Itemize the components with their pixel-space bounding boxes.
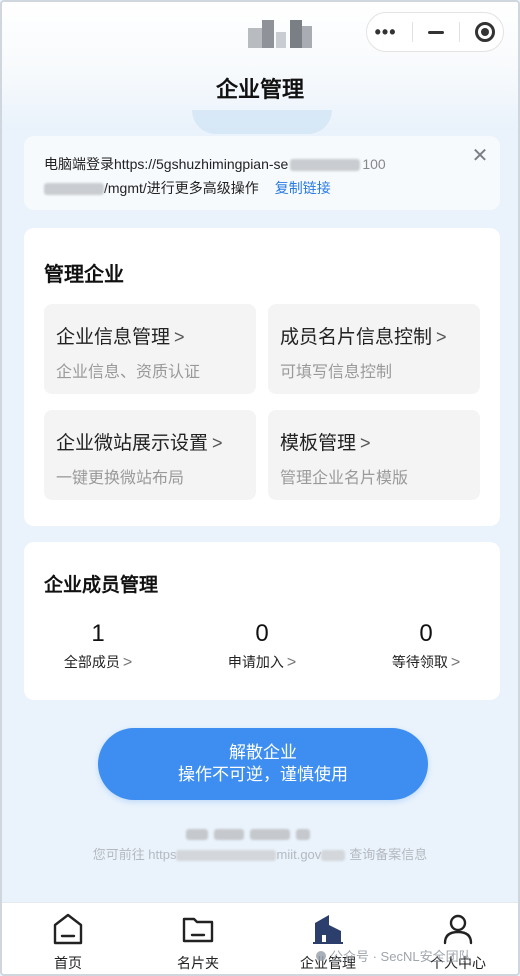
footer-text: miit.gov — [276, 847, 322, 862]
redacted-text — [321, 850, 346, 862]
building-icon — [313, 915, 343, 944]
dissolve-warning: 操作不可逆，谨慎使用 — [178, 765, 348, 784]
stat-label: 等待领取 — [391, 654, 448, 670]
tile-title: 成员名片信息控制 — [280, 327, 433, 348]
wechat-official-account-icon — [316, 950, 326, 961]
dissolve-enterprise-button[interactable]: 解散企业 操作不可逆，谨慎使用 — [98, 728, 428, 800]
folder-icon — [182, 917, 214, 943]
join-requests-stat[interactable]: 0 申请加入 > — [202, 620, 322, 672]
capsule-divider — [459, 22, 461, 42]
mini-program-capsule: ••• — [366, 12, 504, 52]
dissolve-label: 解散企业 — [229, 743, 297, 762]
tab-card-folder[interactable]: 名片夹 — [146, 911, 250, 973]
tile-title: 企业微站展示设置 — [56, 433, 209, 454]
chevron-right-icon: > — [360, 433, 371, 453]
watermark-text: 公众号 · SecNL安全团队 — [330, 949, 472, 964]
chevron-right-icon: > — [436, 327, 447, 347]
icp-filing-note: 您可前往 https miit.gov 查询备案信息 — [2, 844, 518, 863]
tab-label: 名片夹 — [177, 955, 219, 971]
stat-label: 全部成员 — [63, 654, 120, 670]
pending-claim-stat[interactable]: 0 等待领取 > — [366, 620, 486, 672]
section-title: 管理企业 — [44, 264, 124, 286]
microsite-display-tile[interactable]: 企业微站展示设置 > 一键更换微站布局 — [44, 410, 256, 500]
page-title: 企业管理 — [215, 77, 304, 102]
member-card-control-tile[interactable]: 成员名片信息控制 > 可填写信息控制 — [268, 304, 480, 394]
chevron-right-icon: > — [122, 654, 133, 671]
tile-title: 企业信息管理 — [56, 327, 171, 348]
user-icon — [443, 914, 473, 945]
tab-label: 首页 — [54, 955, 82, 971]
notice-line2: /mgmt/进行更多高级操作 — [104, 180, 259, 196]
all-members-stat[interactable]: 1 全部成员 > — [38, 620, 158, 672]
stat-value: 0 — [255, 620, 269, 647]
redacted-text — [290, 159, 361, 172]
notice-line1-tail: 100 — [362, 156, 386, 172]
section-title: 企业成员管理 — [44, 575, 159, 596]
home-icon — [53, 913, 83, 945]
close-miniprogram-icon[interactable] — [475, 22, 496, 42]
notice-line1: 电脑端登录https://5gshuzhimingpian-se — [44, 156, 289, 172]
capsule-divider — [411, 22, 413, 42]
tile-subtitle: 管理企业名片模版 — [280, 470, 409, 487]
chevron-right-icon: > — [212, 433, 223, 453]
header-decoration — [192, 110, 332, 134]
stat-value: 0 — [419, 620, 433, 647]
wechat-watermark: 公众号 · SecNL安全团队 — [316, 946, 472, 965]
minimize-icon[interactable] — [427, 30, 444, 34]
enterprise-info-tile[interactable]: 企业信息管理 > 企业信息、资质认证 — [44, 304, 256, 394]
redacted-text — [176, 850, 277, 862]
tile-subtitle: 可填写信息控制 — [280, 364, 393, 381]
template-management-tile[interactable]: 模板管理 > 管理企业名片模版 — [268, 410, 480, 500]
mini-program-logo — [248, 16, 314, 50]
more-icon[interactable]: ••• — [375, 22, 397, 43]
tile-subtitle: 一键更换微站布局 — [56, 470, 185, 487]
tile-title: 模板管理 — [280, 433, 357, 454]
close-icon[interactable]: ✕ — [470, 146, 490, 166]
chevron-right-icon: > — [450, 654, 461, 671]
redacted-text — [44, 183, 104, 196]
member-management-card: 企业成员管理 1 全部成员 > 0 申请加入 > 0 等待领取 > — [24, 542, 500, 700]
tab-home[interactable]: 首页 — [16, 911, 120, 973]
footer-text: 您可前往 https — [92, 847, 177, 862]
app-frame: ••• 企业管理 电脑端登录https://5gshuzhimingpian-s… — [0, 0, 520, 976]
stat-value: 1 — [91, 620, 105, 647]
chevron-right-icon: > — [286, 654, 297, 671]
tile-subtitle: 企业信息、资质认证 — [56, 364, 201, 381]
redacted-footer-line — [186, 827, 342, 841]
desktop-login-notice: 电脑端登录https://5gshuzhimingpian-se 100 /mgm… — [24, 136, 500, 210]
notice-text: 电脑端登录https://5gshuzhimingpian-se 100 /mgm… — [44, 152, 454, 200]
stat-label: 申请加入 — [227, 654, 284, 670]
footer-text: 查询备案信息 — [349, 847, 428, 862]
chevron-right-icon: > — [174, 327, 185, 347]
copy-link-button[interactable]: 复制链接 — [275, 180, 331, 196]
manage-enterprise-card: 管理企业 企业信息管理 > 企业信息、资质认证 成员名片信息控制 > 可填写信息控制… — [24, 228, 500, 526]
header: ••• 企业管理 — [2, 2, 518, 134]
